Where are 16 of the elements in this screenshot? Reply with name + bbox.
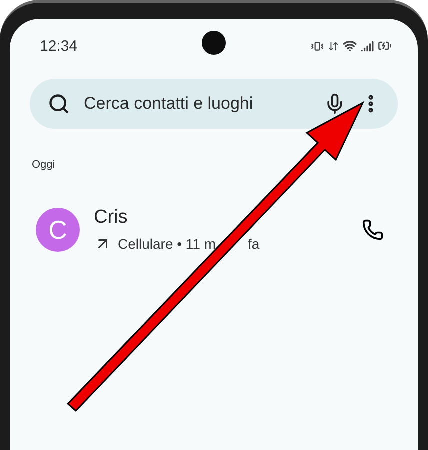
wifi-icon bbox=[343, 39, 357, 53]
contact-avatar: C bbox=[36, 208, 80, 252]
search-placeholder: Cerca contatti e luoghi bbox=[84, 94, 254, 114]
call-detail: Cellulare • 11 m bbox=[118, 236, 216, 252]
vibrate-icon bbox=[311, 40, 324, 52]
section-heading: Oggi bbox=[32, 159, 56, 171]
search-field[interactable]: Cerca contatti e luoghi bbox=[30, 79, 398, 129]
search-icon[interactable] bbox=[48, 93, 70, 115]
signal-icon bbox=[361, 40, 374, 52]
battery-icon bbox=[378, 39, 392, 53]
status-time: 12:34 bbox=[40, 38, 78, 54]
phone-icon[interactable] bbox=[362, 219, 384, 241]
contact-name[interactable]: Cris bbox=[94, 207, 348, 229]
call-detail: fa bbox=[248, 236, 260, 252]
data-arrows-icon bbox=[328, 40, 339, 52]
camera-icon bbox=[202, 31, 226, 55]
